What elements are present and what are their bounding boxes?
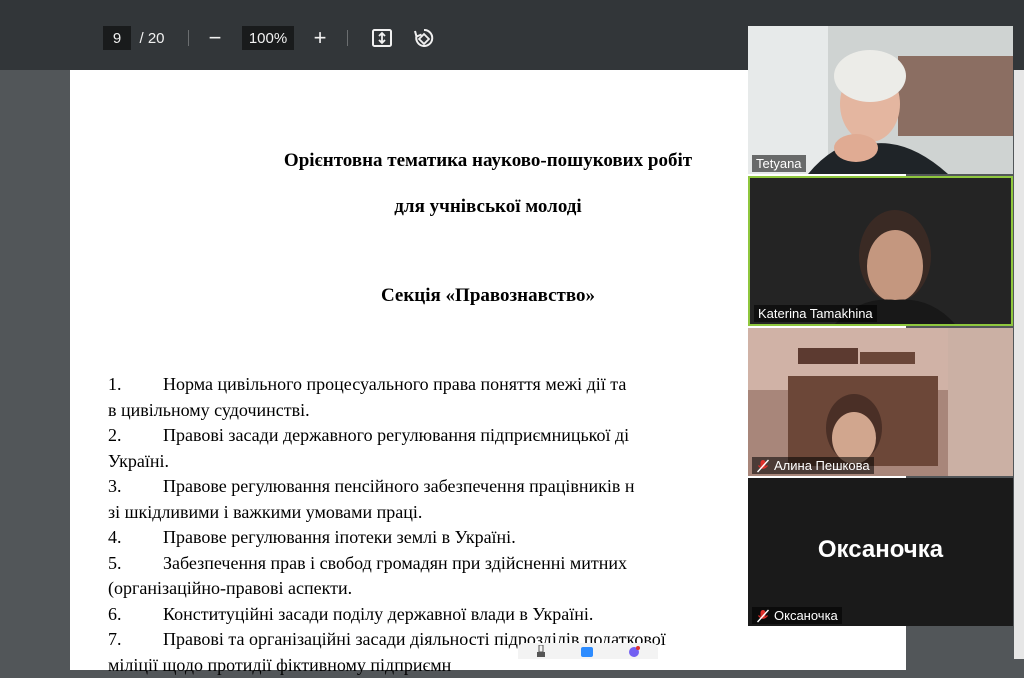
meeting-app-icon[interactable] [581,645,593,657]
participant-name-label: Алина Пешкова [752,457,874,474]
topic-text: Правове регулювання іпотеки землі в Укра… [163,527,516,547]
topic-list-line: міліції щодо протидії фіктивному підприє… [108,653,840,678]
topic-text: Правові засади державного регулювання пі… [163,425,629,445]
page-number-input[interactable]: 9 [103,26,131,50]
topic-list-line: 5.Забезпечення прав і свобод громадян пр… [108,551,840,577]
topic-list-line: в цивільному судочинстві. [108,398,840,424]
topic-text: Забезпечення прав і свобод громадян при … [163,553,627,573]
topic-list-line: Україні. [108,449,840,475]
viber-icon[interactable] [628,645,640,657]
topic-list-line: 2.Правові засади державного регулювання … [108,423,840,449]
muted-mic-icon [756,609,770,623]
topic-list-line: 7.Правові та організаційні засади діяльн… [108,627,840,653]
usb-icon[interactable] [536,645,546,657]
topic-list-line: 6.Конституційні засади поділу державної … [108,602,840,628]
topic-text: Норма цивільного процесуального права по… [163,374,626,394]
topic-list-line: зі шкідливими і важкими умовами праці. [108,500,840,526]
topic-number: 7. [108,627,163,653]
topic-text: міліції щодо протидії фіктивному підприє… [108,655,451,675]
participant-tile-katerina[interactable]: Katerina Tamakhina [748,176,1013,326]
topic-text: (організаційно-правові аспекти. [108,578,352,598]
participant-tile-alina[interactable]: Алина Пешкова [748,328,1013,476]
participant-video [748,328,1013,476]
topic-text: зі шкідливими і важкими умовами праці. [108,502,422,522]
zoom-in-button[interactable]: + [308,26,332,50]
participant-video [748,26,1013,174]
rotate-icon [412,27,436,49]
topic-number: 5. [108,551,163,577]
topic-list-line: 4.Правове регулювання іпотеки землі в Ук… [108,525,840,551]
topic-text: Україні. [108,451,169,471]
toolbar-divider [188,30,189,46]
topic-list-line: (організаційно-правові аспекти. [108,576,840,602]
fit-page-button[interactable] [369,26,395,50]
fit-page-icon [371,28,393,48]
participant-tile-oksanochka[interactable]: Оксаночка Оксаночка [748,478,1013,626]
participant-display-name: Оксаночка [748,536,1013,564]
taskbar-popup [518,643,658,659]
zoom-level-input[interactable]: 100% [242,26,294,50]
topic-text: в цивільному судочинстві. [108,400,310,420]
toolbar-divider [347,30,348,46]
topic-number: 4. [108,525,163,551]
topic-number: 6. [108,602,163,628]
topic-number: 2. [108,423,163,449]
participant-name-label: Оксаночка [752,607,842,624]
participant-video [750,178,1011,324]
topic-number: 3. [108,474,163,500]
topic-list: 1.Норма цивільного процесуального права … [108,372,840,678]
participant-name-label: Tetyana [752,155,806,172]
participant-name-label: Katerina Tamakhina [754,305,877,322]
topic-number: 1. [108,372,163,398]
topic-text: Правове регулювання пенсійного забезпече… [163,476,635,496]
participant-tile-tetyana[interactable]: Tetyana [748,26,1013,174]
topic-list-line: 3.Правове регулювання пенсійного забезпе… [108,474,840,500]
scrollbar[interactable] [1014,70,1024,659]
zoom-out-button[interactable]: − [203,26,227,50]
muted-mic-icon [756,459,770,473]
topic-text: Конституційні засади поділу державної вл… [163,604,593,624]
rotate-button[interactable] [411,26,437,50]
topic-list-line: 1.Норма цивільного процесуального права … [108,372,840,398]
page-total-label: / 20 [135,26,169,50]
